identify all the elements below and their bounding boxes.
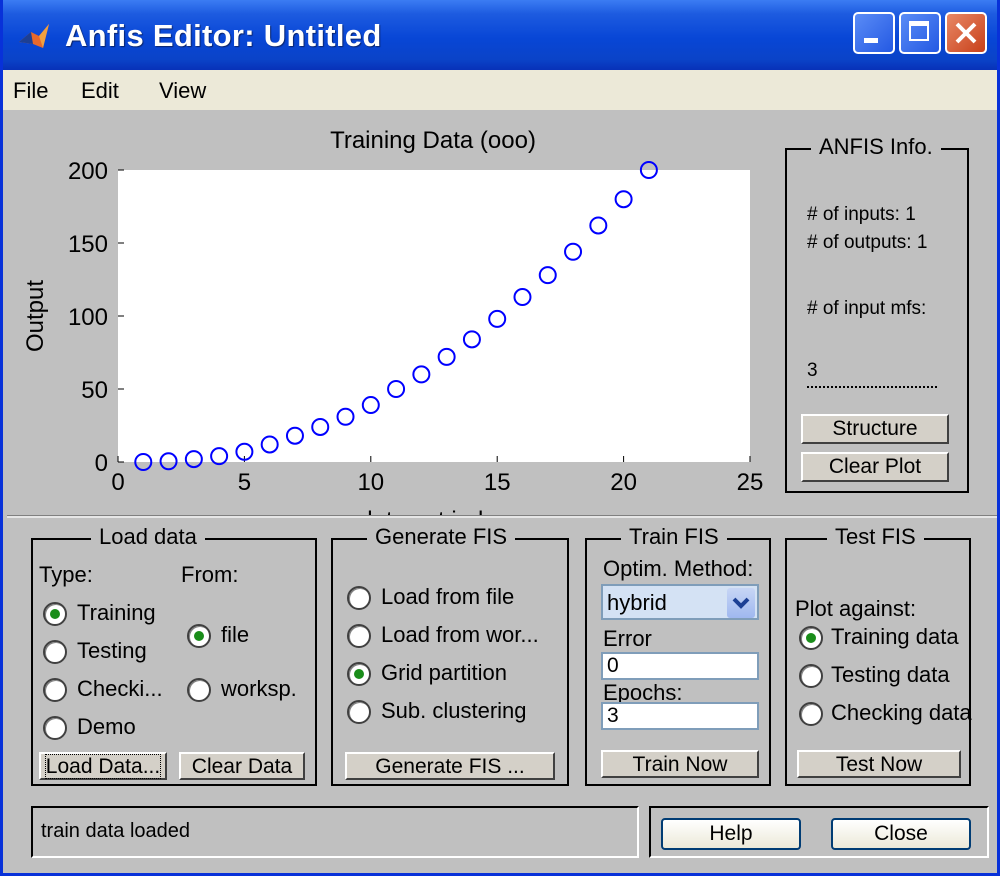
chevron-down-icon[interactable] — [727, 588, 755, 618]
minimize-icon — [864, 38, 878, 43]
type-testing-label: Testing — [77, 638, 147, 663]
maximize-icon — [909, 21, 929, 41]
test-fis-label: Test FIS — [827, 524, 924, 550]
menu-file[interactable]: File — [13, 78, 48, 104]
menu-edit[interactable]: Edit — [81, 78, 119, 104]
chart-x-axis-label: data set index — [359, 507, 508, 515]
plot-background — [118, 170, 750, 462]
status-message: train data loaded — [41, 820, 191, 842]
x-tick-label: 20 — [610, 469, 637, 496]
type-training-label: Training — [77, 600, 156, 625]
test-training-label: Training data — [831, 624, 959, 649]
from-label: From: — [181, 562, 239, 587]
inputs-count: # of inputs: 1 — [807, 204, 916, 225]
outputs-count: # of outputs: 1 — [807, 232, 928, 253]
close-icon — [955, 22, 977, 44]
train-now-button[interactable]: Train Now — [601, 750, 759, 778]
chart-title: Training Data (ooo) — [330, 127, 536, 154]
gen-load-workspace-radio[interactable] — [347, 624, 371, 648]
clear-plot-button[interactable]: Clear Plot — [801, 452, 949, 482]
train-fis-panel: Train FIS Optim. Method: hybrid Error 0 … — [585, 524, 771, 786]
test-checking-radio[interactable] — [799, 702, 823, 726]
gen-load-file-radio[interactable] — [347, 586, 371, 610]
close-window-button[interactable] — [945, 12, 987, 54]
optim-method-value: hybrid — [607, 590, 667, 615]
test-testing-radio[interactable] — [799, 664, 823, 688]
generate-fis-button[interactable]: Generate FIS ... — [345, 752, 555, 780]
gen-sub-clustering-radio[interactable] — [347, 700, 371, 724]
clear-data-button[interactable]: Clear Data — [179, 752, 305, 780]
optim-method-label: Optim. Method: — [603, 556, 754, 581]
type-training-radio[interactable] — [43, 602, 67, 626]
x-tick-label: 5 — [238, 469, 251, 496]
load-data-button[interactable]: Load Data... — [39, 752, 167, 780]
test-testing-label: Testing data — [831, 662, 950, 687]
y-tick-label: 100 — [68, 304, 108, 331]
plot-area: Training Data (ooo) Output data set inde… — [3, 110, 997, 515]
type-demo-label: Demo — [77, 714, 136, 739]
test-training-radio[interactable] — [799, 626, 823, 650]
gen-grid-partition-radio[interactable] — [347, 662, 371, 686]
gen-grid-partition-label: Grid partition — [381, 660, 507, 685]
gen-load-workspace-label: Load from wor... — [381, 622, 539, 647]
chart-y-axis-label: Output — [22, 280, 49, 352]
x-tick-label: 0 — [111, 469, 124, 496]
menu-view[interactable]: View — [159, 78, 206, 104]
title-bar[interactable]: Anfis Editor: Untitled — [3, 0, 997, 70]
test-checking-label: Checking data — [831, 700, 972, 725]
x-tick-label: 25 — [737, 469, 764, 496]
epochs-field[interactable]: 3 — [601, 702, 759, 730]
y-tick-label: 50 — [81, 377, 108, 404]
load-data-button-label: Load Data... — [44, 754, 162, 779]
train-fis-label: Train FIS — [621, 524, 727, 550]
gen-load-file-label: Load from file — [381, 584, 515, 609]
test-fis-panel: Test FIS Plot against: Training data Tes… — [785, 524, 972, 786]
source-file-radio[interactable] — [187, 624, 211, 648]
generate-fis-panel: Generate FIS Load from file Load from wo… — [331, 524, 569, 786]
close-button[interactable]: Close — [831, 818, 971, 850]
structure-button[interactable]: Structure — [801, 414, 949, 444]
load-data-panel: Load data Type: From: Training Testing C… — [31, 524, 317, 786]
x-tick-label: 15 — [484, 469, 511, 496]
error-field[interactable]: 0 — [601, 652, 759, 680]
test-now-button[interactable]: Test Now — [797, 750, 961, 778]
gen-sub-clustering-label: Sub. clustering — [381, 698, 527, 723]
status-box: train data loaded — [31, 806, 639, 858]
info-scroll-remnant — [807, 386, 937, 391]
type-checking-label: Checki... — [77, 676, 163, 701]
help-button[interactable]: Help — [661, 818, 801, 850]
type-label: Type: — [39, 562, 93, 587]
load-data-label: Load data — [91, 524, 205, 550]
section-divider — [7, 515, 997, 518]
generate-fis-label: Generate FIS — [367, 524, 516, 550]
matlab-logo-icon — [19, 24, 49, 48]
training-data-chart: Training Data (ooo) Output data set inde… — [22, 127, 764, 515]
window-title: Anfis Editor: Untitled — [65, 18, 382, 53]
source-workspace-label: worksp. — [221, 676, 297, 701]
type-demo-radio[interactable] — [43, 716, 67, 740]
y-tick-label: 0 — [95, 450, 108, 477]
minimize-button[interactable] — [853, 12, 895, 54]
type-checking-radio[interactable] — [43, 678, 67, 702]
input-mfs-label: # of input mfs: — [807, 298, 927, 319]
input-mfs-value: 3 — [807, 360, 818, 381]
y-tick-label: 150 — [68, 231, 108, 258]
source-workspace-radio[interactable] — [187, 678, 211, 702]
error-label: Error — [603, 626, 652, 651]
type-testing-radio[interactable] — [43, 640, 67, 664]
plot-against-label: Plot against: — [795, 596, 917, 621]
menu-bar: File Edit View — [3, 70, 997, 111]
maximize-button[interactable] — [899, 12, 941, 54]
source-file-label: file — [221, 622, 250, 647]
anfis-editor-window: Anfis Editor: Untitled File Edit View Tr… — [0, 0, 1000, 876]
optim-method-select[interactable]: hybrid — [601, 584, 759, 620]
x-tick-label: 10 — [357, 469, 384, 496]
anfis-info-label: ANFIS Info. — [811, 134, 941, 160]
y-tick-label: 200 — [68, 158, 108, 185]
anfis-info-panel: ANFIS Info. # of inputs: 1 # of outputs:… — [785, 134, 969, 493]
footer-button-box: Help Close — [649, 806, 989, 858]
